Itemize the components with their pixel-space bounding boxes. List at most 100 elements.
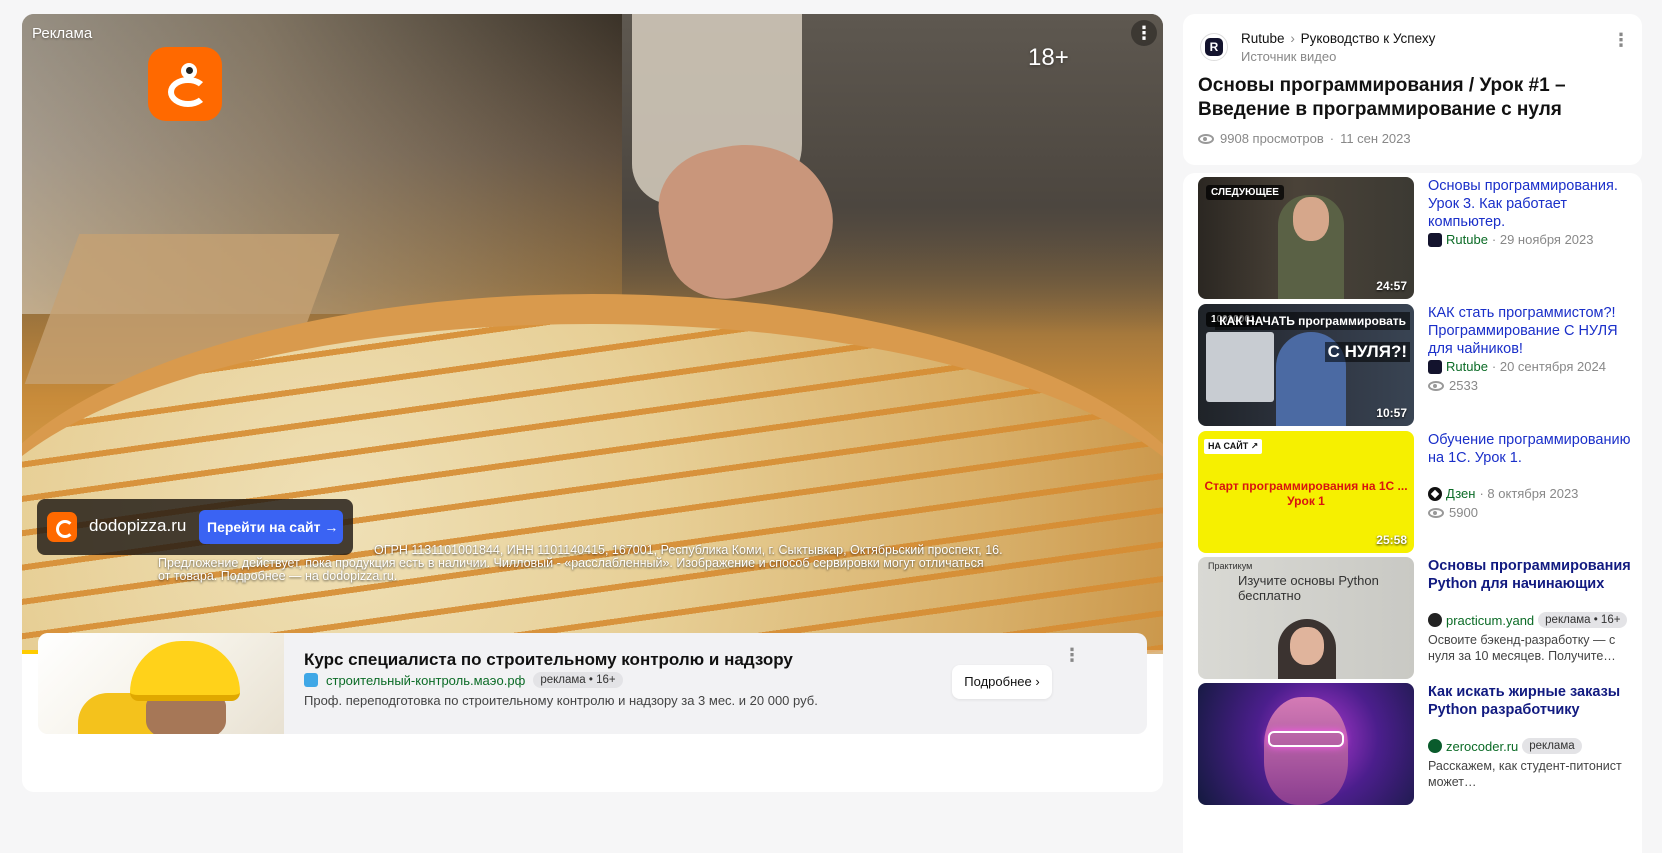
recommendation-title[interactable]: КАК стать программистом?! Программирован…: [1428, 304, 1633, 358]
more-button[interactable]: Подробнее ›: [952, 665, 1052, 699]
recommendation-item[interactable]: Как искать жирные заказы Python разработ…: [1198, 683, 1638, 805]
source-name[interactable]: Дзен: [1446, 486, 1475, 501]
thumbnail-text: Старт программирования на 1С ... Урок 1: [1204, 479, 1408, 508]
on-site-badge: НА САЙТ ↗: [1204, 439, 1263, 454]
breadcrumb-separator: ›: [1290, 31, 1295, 46]
recommendation-source: Rutube · 20 сентября 2024: [1428, 359, 1606, 374]
source-name[interactable]: Rutube: [1446, 359, 1488, 374]
rutube-logo-icon[interactable]: [1200, 33, 1228, 61]
banner-ad[interactable]: Курс специалиста по строительному контро…: [38, 633, 1147, 734]
thumbnail-head: [1293, 197, 1329, 241]
recommendation-source: Дзен · 8 октября 2023: [1428, 486, 1578, 501]
ad-badge: реклама • 16+: [533, 672, 623, 688]
view-count: 9908 просмотров: [1220, 131, 1324, 146]
channel-section[interactable]: Руководство к Успеху: [1301, 31, 1436, 46]
rutube-icon: [1428, 232, 1442, 247]
recommendation-source: zerocoder.ru реклама: [1428, 738, 1582, 754]
ad-domain[interactable]: dodopizza.ru: [89, 516, 186, 536]
video-thumbnail[interactable]: СЛЕДУЮЩЕЕ 24:57: [1198, 177, 1414, 299]
banner-menu-icon[interactable]: ⋮: [1063, 645, 1081, 666]
thumbnail-text: Изучите основы Python бесплатно: [1238, 573, 1379, 603]
recommendation-views: 2533: [1428, 378, 1478, 393]
age-rating: 18+: [1028, 44, 1069, 71]
ad-label: Реклама: [32, 25, 93, 42]
banner-meta: строительный-контроль.маэо.рф реклама • …: [304, 672, 623, 688]
chevron-right-icon: ›: [1035, 674, 1040, 689]
recommendation-source: practicum.yand реклама • 16+: [1428, 612, 1628, 628]
zerocoder-icon: [1428, 739, 1442, 753]
banner-title[interactable]: Курс специалиста по строительному контро…: [304, 650, 793, 670]
go-to-site-button[interactable]: Перейти на сайт →: [199, 510, 343, 544]
thumbnail-monitor: [1206, 332, 1274, 402]
go-to-site-label: Перейти на сайт: [207, 519, 321, 535]
more-button-label: Подробнее: [964, 674, 1032, 689]
recommendation-item[interactable]: Практикум Изучите основы Python бесплатн…: [1198, 557, 1638, 679]
practicum-icon: [1428, 613, 1442, 627]
video-duration: 24:57: [1376, 279, 1407, 293]
recommendation-description: Расскажем, как студент-питонист может…: [1428, 759, 1622, 789]
video-thumbnail[interactable]: НА САЙТ ↗ Старт программирования на 1С .…: [1198, 431, 1414, 553]
banner-description: Проф. переподготовка по строительному ко…: [304, 693, 818, 708]
recommendation-title[interactable]: Основы программирования Python для начин…: [1428, 557, 1633, 593]
source-name[interactable]: practicum.yand: [1446, 613, 1534, 628]
thumbnail-head: [1290, 627, 1324, 665]
recommendation-date: · 29 ноября 2023: [1491, 232, 1594, 247]
recommendation-title[interactable]: Основы программирования. Урок 3. Как раб…: [1428, 177, 1633, 231]
arrow-right-icon: →: [324, 519, 339, 535]
banner-image: [38, 633, 284, 734]
info-menu-icon[interactable]: ⋮: [1612, 30, 1630, 51]
stats-separator: ·: [1329, 131, 1335, 146]
dodo-logo-pupil: [186, 67, 193, 74]
recommendation-date: · 20 сентября 2024: [1491, 359, 1606, 374]
player-card: Реклама ⋮ 18+ ОГРН 1131101001844, ИНН 11…: [22, 14, 1163, 792]
banner-link[interactable]: строительный-контроль.маэо.рф: [326, 673, 525, 688]
rutube-icon: [1428, 359, 1442, 374]
video-stats: 9908 просмотров · 11 сен 2023: [1198, 131, 1411, 146]
dzen-icon: [1428, 486, 1442, 501]
eye-icon: [1198, 133, 1214, 144]
recommendation-source: Rutube · 29 ноября 2023: [1428, 232, 1593, 247]
ad-site-bar: dodopizza.ru Перейти на сайт →: [37, 499, 353, 555]
legal-line-3: от товара. Подробнее — на dodopizza.ru.: [158, 569, 398, 583]
thumbnail-brand: Практикум: [1208, 561, 1253, 571]
video-info-card: Rutube › Руководство к Успеху Источник в…: [1183, 14, 1642, 165]
eye-icon: [1428, 380, 1444, 391]
publish-date: 11 сен 2023: [1340, 131, 1411, 146]
next-badge: СЛЕДУЮЩЕЕ: [1206, 185, 1284, 200]
video-title: Основы программирования / Урок #1 – Введ…: [1198, 75, 1566, 120]
ad-badge: реклама: [1522, 738, 1582, 754]
dodo-logo: [148, 47, 222, 121]
view-count: 5900: [1449, 505, 1478, 520]
source-label: Источник видео: [1241, 49, 1337, 64]
ad-video-player[interactable]: Реклама ⋮ 18+ ОГРН 1131101001844, ИНН 11…: [22, 14, 1163, 654]
video-thumbnail[interactable]: [1198, 683, 1414, 805]
recommendation-views: 5900: [1428, 505, 1478, 520]
video-thumbnail[interactable]: 10010001 КАК НАЧАТЬ программировать С НУ…: [1198, 304, 1414, 426]
ad-badge: реклама • 16+: [1538, 612, 1628, 628]
channel-breadcrumb: Rutube › Руководство к Успеху: [1241, 31, 1435, 46]
channel-name[interactable]: Rutube: [1241, 31, 1285, 46]
thumbnail-glasses: [1268, 731, 1344, 747]
recommendation-title[interactable]: Обучение программированию на 1С. Урок 1.: [1428, 431, 1633, 467]
video-thumbnail[interactable]: Практикум Изучите основы Python бесплатн…: [1198, 557, 1414, 679]
recommendation-title[interactable]: Как искать жирные заказы Python разработ…: [1428, 683, 1633, 719]
thumbnail-person: [1264, 697, 1348, 805]
recommendation-item[interactable]: СЛЕДУЮЩЕЕ 24:57 Основы программирования.…: [1198, 177, 1638, 299]
recommendation-item[interactable]: НА САЙТ ↗ Старт программирования на 1С .…: [1198, 431, 1638, 553]
dodo-logo-beak: [168, 77, 208, 107]
source-name[interactable]: Rutube: [1446, 232, 1488, 247]
recommendation-item[interactable]: 10010001 КАК НАЧАТЬ программировать С НУ…: [1198, 304, 1638, 426]
eye-icon: [1428, 507, 1444, 518]
banner-image-helmet: [130, 641, 240, 701]
dodo-mini-logo-icon: [47, 512, 77, 542]
thumbnail-headline: КАК НАЧАТЬ программировать: [1215, 312, 1410, 330]
site-favicon-icon: [304, 673, 318, 687]
recommendation-description: Освоите бэкенд-разработку — с нуля за 10…: [1428, 633, 1616, 663]
recommendations-list: СЛЕДУЮЩЕЕ 24:57 Основы программирования.…: [1183, 173, 1642, 853]
ad-menu-icon[interactable]: ⋮: [1131, 20, 1157, 46]
recommendation-date: · 8 октября 2023: [1479, 486, 1579, 501]
source-name[interactable]: zerocoder.ru: [1446, 739, 1518, 754]
video-duration: 25:58: [1376, 533, 1407, 547]
view-count: 2533: [1449, 378, 1478, 393]
video-duration: 10:57: [1376, 406, 1407, 420]
